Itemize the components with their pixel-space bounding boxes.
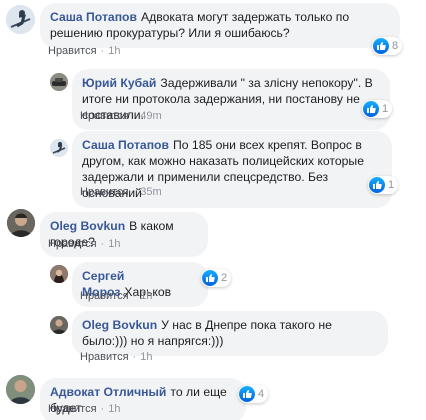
comment-author[interactable]: Саша Потапов [50,10,137,24]
user-avatar[interactable] [6,5,35,34]
like-link[interactable]: Нравится [80,110,129,122]
reaction-count[interactable]: 4 [238,385,269,403]
user-avatar[interactable] [50,139,68,157]
comment-actions: Нравится · 1h [48,403,120,415]
comment-bubble: Саша Потапов Адвоката могут задержать тол… [40,3,400,48]
timestamp[interactable]: 1h [140,290,152,302]
comment-author[interactable]: Oleg Bovkun [82,318,157,332]
timestamp[interactable]: 1h [108,403,120,415]
user-avatar[interactable] [7,209,35,237]
reaction-number: 2 [221,272,228,284]
user-avatar[interactable] [50,265,68,283]
reaction-number: 1 [382,103,389,115]
comment-actions: Нравится · 35m [80,186,162,198]
like-link[interactable]: Нравится [48,403,97,415]
reaction-number: 1 [388,179,395,191]
comment-bubble: Oleg Bovkun У нас в Днепре пока такого не… [72,311,388,356]
separator: · [100,45,105,57]
like-reaction-icon [363,101,379,117]
separator: · [132,110,137,122]
like-link[interactable]: Нравится [80,186,129,198]
woman-icon [50,265,68,283]
comment-author[interactable]: Адвокат Отличный [50,385,166,399]
timestamp[interactable]: 1h [108,238,120,250]
comment-author[interactable]: Саша Потапов [82,138,169,152]
reaction-number: 8 [392,40,399,52]
reaction-count[interactable]: 2 [201,269,232,287]
reaction-count[interactable]: 1 [362,100,393,118]
skier-icon [50,139,68,157]
like-reaction-icon [369,177,385,193]
separator: · [132,290,137,302]
comment-author[interactable]: Юрий Кубай [82,76,156,90]
timestamp[interactable]: 35m [140,186,161,198]
timestamp[interactable]: 1h [108,45,120,57]
comment-actions: Нравится · 1h [48,45,120,57]
comment-author[interactable]: Oleg Bovkun [50,219,125,233]
person-icon [50,316,68,334]
reaction-count[interactable]: 1 [368,176,399,194]
like-link[interactable]: Нравится [80,351,129,363]
like-link[interactable]: Нравится [48,238,97,250]
user-avatar[interactable] [6,375,35,404]
like-link[interactable]: Нравится [48,45,97,57]
car-icon [50,73,68,91]
reaction-number: 4 [258,388,265,400]
separator: · [100,238,105,250]
separator: · [100,403,105,415]
person-icon [7,209,35,237]
user-avatar[interactable] [50,316,68,334]
comment-actions: Нравится · 49m [80,110,162,122]
skier-icon [6,5,35,34]
like-reaction-icon [239,386,255,402]
comment-actions: Нравится · 1h [80,290,152,302]
separator: · [132,351,137,363]
like-reaction-icon [373,38,389,54]
like-link[interactable]: Нравится [80,290,129,302]
comment-actions: Нравится · 1h [48,238,120,250]
reaction-count[interactable]: 8 [372,37,403,55]
timestamp[interactable]: 49m [140,110,161,122]
like-reaction-icon [202,270,218,286]
user-avatar[interactable] [50,73,68,91]
separator: · [132,186,137,198]
comment-bubble: Oleg Bovkun В каком городе? [40,212,208,257]
man-icon [6,375,35,404]
timestamp[interactable]: 1h [140,351,152,363]
comment-actions: Нравится · 1h [80,351,152,363]
